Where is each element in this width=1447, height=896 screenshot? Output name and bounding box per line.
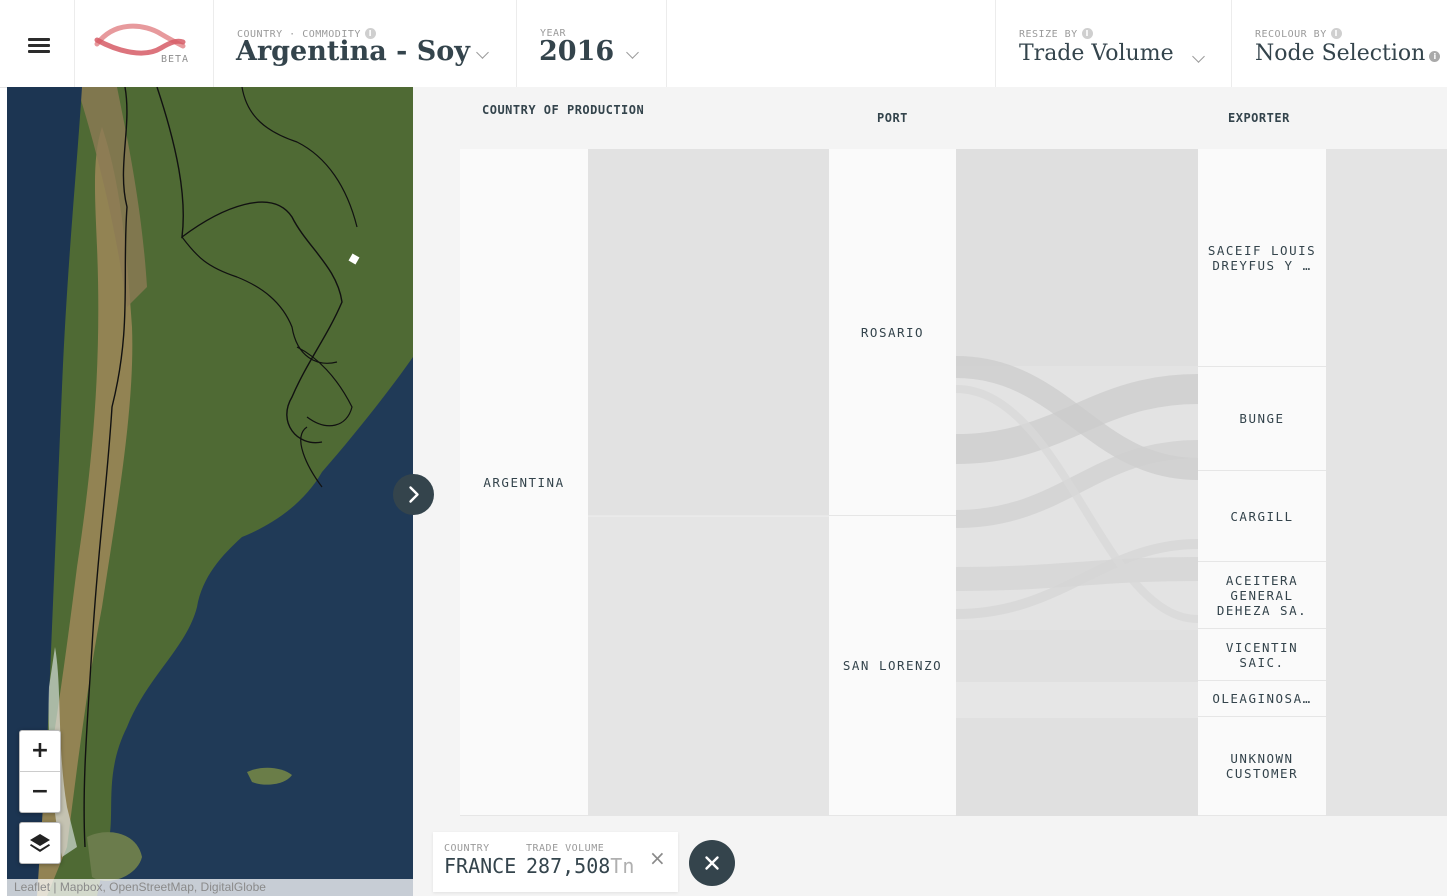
node-unknown-customer[interactable]: UNKNOWN CUSTOMER: [1198, 717, 1326, 816]
remove-selection-icon[interactable]: ×: [649, 846, 666, 870]
node-aceitera-general-deheza[interactable]: ACEITERA GENERAL DEHEZA SA.: [1198, 562, 1326, 629]
hamburger-icon: [28, 38, 50, 41]
logo-icon: [94, 23, 186, 56]
recolour-by-value: Node Selection i: [1255, 41, 1441, 66]
chevron-right-icon: [409, 486, 419, 503]
node-argentina[interactable]: ARGENTINA: [460, 149, 588, 816]
node-vicentin[interactable]: VICENTIN SAIC.: [1198, 629, 1326, 681]
flow-san-lorenzo-vicentin: [956, 630, 1198, 682]
layers-icon: [30, 834, 50, 852]
flow-argentina-rosario: [588, 149, 829, 516]
sankey-panel: COUNTRY OF PRODUCTION PORT EXPORTER ARGE…: [413, 87, 1447, 896]
chevron-down-icon: [476, 46, 489, 59]
beta-badge: BETA: [161, 54, 190, 65]
close-icon: [705, 856, 719, 870]
commodity-selector[interactable]: COUNTRY · COMMODITY i Argentina - Soy: [214, 0, 517, 87]
recolour-by-selector[interactable]: RECOLOUR BY i Node Selection i: [1232, 0, 1447, 87]
toggle-map-button[interactable]: [393, 474, 434, 515]
zoom-control: + −: [19, 730, 61, 813]
hamburger-icon-line: [28, 50, 50, 53]
commodity-selector-value: Argentina - Soy: [236, 36, 470, 67]
flow-san-lorenzo-oleaginosa: [956, 682, 1198, 718]
hamburger-icon-line: [28, 44, 50, 47]
column-header-exporter[interactable]: EXPORTER: [1228, 111, 1290, 125]
recolour-by-label: RECOLOUR BY i: [1255, 28, 1342, 40]
column-header-country[interactable]: COUNTRY OF PRODUCTION: [482, 103, 644, 117]
resize-by-value: Trade Volume: [1019, 41, 1174, 66]
menu-button[interactable]: [0, 0, 75, 87]
trade-volume-value: 287,508Tn: [526, 854, 635, 878]
layers-button[interactable]: [19, 822, 61, 864]
node-bunge[interactable]: BUNGE: [1198, 367, 1326, 471]
node-cargill[interactable]: CARGILL: [1198, 471, 1326, 562]
node-rosario[interactable]: ROSARIO: [829, 149, 956, 516]
flow-exporters-next: [1326, 149, 1447, 816]
selected-country-label: COUNTRY: [444, 843, 490, 854]
selected-node-chip: COUNTRY TRADE VOLUME FRANCE 287,508Tn ×: [433, 832, 678, 892]
satellite-map: [7, 87, 413, 896]
resize-by-label: RESIZE BY i: [1019, 28, 1093, 40]
map-panel[interactable]: + − Leaflet | Mapbox, OpenStreetMap, Dig…: [7, 87, 413, 896]
node-louis-dreyfus[interactable]: SACEIF LOUIS DREYFUS Y …: [1198, 149, 1326, 367]
flow-rosario-louis-dreyfus: [956, 149, 1198, 366]
map-attribution[interactable]: Leaflet | Mapbox, OpenStreetMap, Digital…: [7, 879, 413, 896]
info-icon[interactable]: i: [1081, 28, 1093, 39]
node-oleaginosa[interactable]: OLEAGINOSA…: [1198, 681, 1326, 717]
info-icon[interactable]: i: [1330, 28, 1342, 39]
flow-argentina-san-lorenzo: [588, 516, 829, 816]
info-icon[interactable]: i: [1429, 51, 1441, 62]
flow-san-lorenzo-unknown: [956, 718, 1198, 816]
trase-logo[interactable]: BETA: [75, 0, 214, 87]
chevron-down-icon: [1192, 50, 1205, 63]
column-header-port[interactable]: PORT: [877, 111, 908, 125]
selected-country-value: FRANCE: [444, 854, 517, 878]
clear-selection-button[interactable]: [689, 840, 735, 886]
chevron-down-icon: [626, 46, 639, 59]
trade-volume-label: TRADE VOLUME: [526, 843, 605, 854]
resize-by-selector[interactable]: RESIZE BY i Trade Volume: [995, 0, 1232, 87]
zoom-in-button[interactable]: +: [20, 731, 60, 771]
node-san-lorenzo[interactable]: SAN LORENZO: [829, 516, 956, 816]
top-navigation: BETA COUNTRY · COMMODITY i Argentina - So…: [0, 0, 1447, 88]
year-selector-value: 2016: [539, 36, 615, 67]
zoom-out-button[interactable]: −: [20, 771, 60, 812]
year-selector[interactable]: YEAR 2016: [517, 0, 667, 87]
